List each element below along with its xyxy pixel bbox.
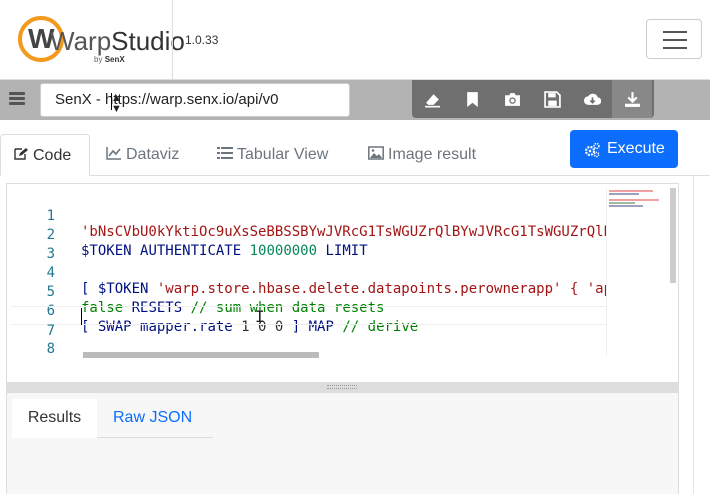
logo-brand: SenX [104, 55, 125, 64]
code-line: 2 $TOKEN AUTHENTICATE 10000000 LIMIT [11, 211, 606, 259]
current-code-line: 7 [11, 306, 606, 339]
tab-results[interactable]: Results [12, 399, 97, 438]
code-line: 8 [11, 325, 606, 357]
tab-tabular-label: Tabular View [237, 146, 329, 163]
edit-icon [14, 148, 28, 160]
editor-vertical-scrollbar[interactable] [670, 188, 676, 283]
minimap-line [609, 205, 643, 207]
text-cursor [81, 308, 82, 325]
minimap-line [609, 202, 635, 204]
text-cursor-ibeam-icon: I [255, 307, 265, 326]
tab-tabular-view[interactable]: Tabular View [217, 134, 328, 176]
line-chart-icon [106, 147, 121, 160]
hamburger-bar [663, 31, 687, 33]
cloud-download-button[interactable] [572, 80, 612, 118]
tab-dataviz-label: Dataviz [126, 146, 180, 163]
tab-image-label: Image result [388, 146, 477, 163]
hamburger-bar [663, 47, 687, 49]
bookmark-button[interactable] [452, 80, 492, 118]
editor-horizontal-scrollbar[interactable] [83, 352, 319, 358]
header-divider [172, 0, 173, 80]
save-button[interactable] [532, 80, 572, 118]
warpstudio-logo[interactable]: W WarpStudio by SenX [14, 12, 185, 68]
eraser-icon [425, 94, 440, 108]
tab-raw-json[interactable]: Raw JSON [113, 399, 192, 438]
grip-icon [327, 385, 357, 389]
camera-icon [505, 93, 520, 106]
tab-dataviz[interactable]: Dataviz [106, 134, 179, 176]
server-list-icon[interactable] [9, 92, 25, 106]
tab-raw-json-label: Raw JSON [113, 409, 193, 426]
tab-image-result[interactable]: Image result [368, 134, 476, 176]
line-number: 8 [46, 341, 55, 357]
panel-resize-handle[interactable] [6, 383, 679, 393]
select-caret-icon: ▲ ▼ [111, 92, 122, 115]
minimap-line [609, 190, 653, 192]
eraser-button[interactable] [412, 80, 452, 118]
logo-by: by SenX [94, 55, 125, 64]
page-scroll-edge [693, 176, 694, 494]
logo-text: WarpStudio [50, 26, 185, 57]
toolbar: SenX - https://warp.senx.io/api/v0 ▲ ▼ [0, 80, 710, 120]
editor-minimap[interactable] [606, 188, 670, 356]
result-view-tabs: Code Dataviz Tabular View Image result [0, 134, 560, 176]
gears-icon [584, 142, 600, 158]
cloud-download-icon [584, 93, 601, 105]
editor-text-area[interactable]: 1 'bNsCVbU0kYktiOc9uXsSeBBSSBYwJVRcG1TsW… [11, 188, 606, 358]
tab-results-label: Results [27, 409, 82, 426]
tab-code-label: Code [33, 147, 72, 164]
results-tabs-divider [97, 437, 213, 438]
menu-toggle-button[interactable] [646, 19, 702, 59]
code-line: 5 false RESETS // sum when data resets [11, 268, 606, 316]
code-line: 3 [11, 230, 606, 262]
execute-button[interactable]: Execute [570, 130, 678, 168]
image-icon [368, 146, 384, 160]
execute-label: Execute [607, 140, 665, 157]
code-editor[interactable]: 1 'bNsCVbU0kYktiOc9uXsSeBBSSBYwJVRcG1TsW… [6, 183, 679, 383]
download-button[interactable] [612, 80, 652, 118]
results-panel: Results Raw JSON [6, 393, 679, 494]
download-icon [625, 92, 640, 107]
endpoint-value: SenX - https://warp.senx.io/api/v0 [55, 91, 279, 108]
bookmark-icon [467, 92, 478, 107]
logo-prefix: Warp [50, 26, 112, 56]
toolbar-actions [412, 80, 654, 118]
save-icon [544, 91, 561, 108]
minimap-line [609, 199, 659, 201]
tab-code[interactable]: Code [0, 134, 90, 176]
list-icon [217, 147, 233, 159]
version-label: 1.0.33 [185, 33, 219, 47]
hamburger-bar [663, 39, 687, 41]
snapshot-button[interactable] [492, 80, 532, 118]
logo-suffix: Studio [111, 26, 185, 56]
minimap-line [609, 193, 639, 195]
code-line: 6 [ SWAP mapper.rate 1 0 0 ] MAP // deri… [11, 287, 606, 335]
app-header: W WarpStudio by SenX 1.0.33 [0, 0, 710, 80]
endpoint-select[interactable]: SenX - https://warp.senx.io/api/v0 ▲ ▼ [40, 83, 350, 117]
code-line: 1 'bNsCVbU0kYktiOc9uXsSeBBSSBYwJVRcG1TsW… [11, 192, 606, 240]
logo-by-label: by [94, 55, 103, 64]
code-line: 4 [ $TOKEN 'warp.store.hbase.delete.data… [11, 249, 606, 297]
tabs-divider [90, 175, 710, 176]
